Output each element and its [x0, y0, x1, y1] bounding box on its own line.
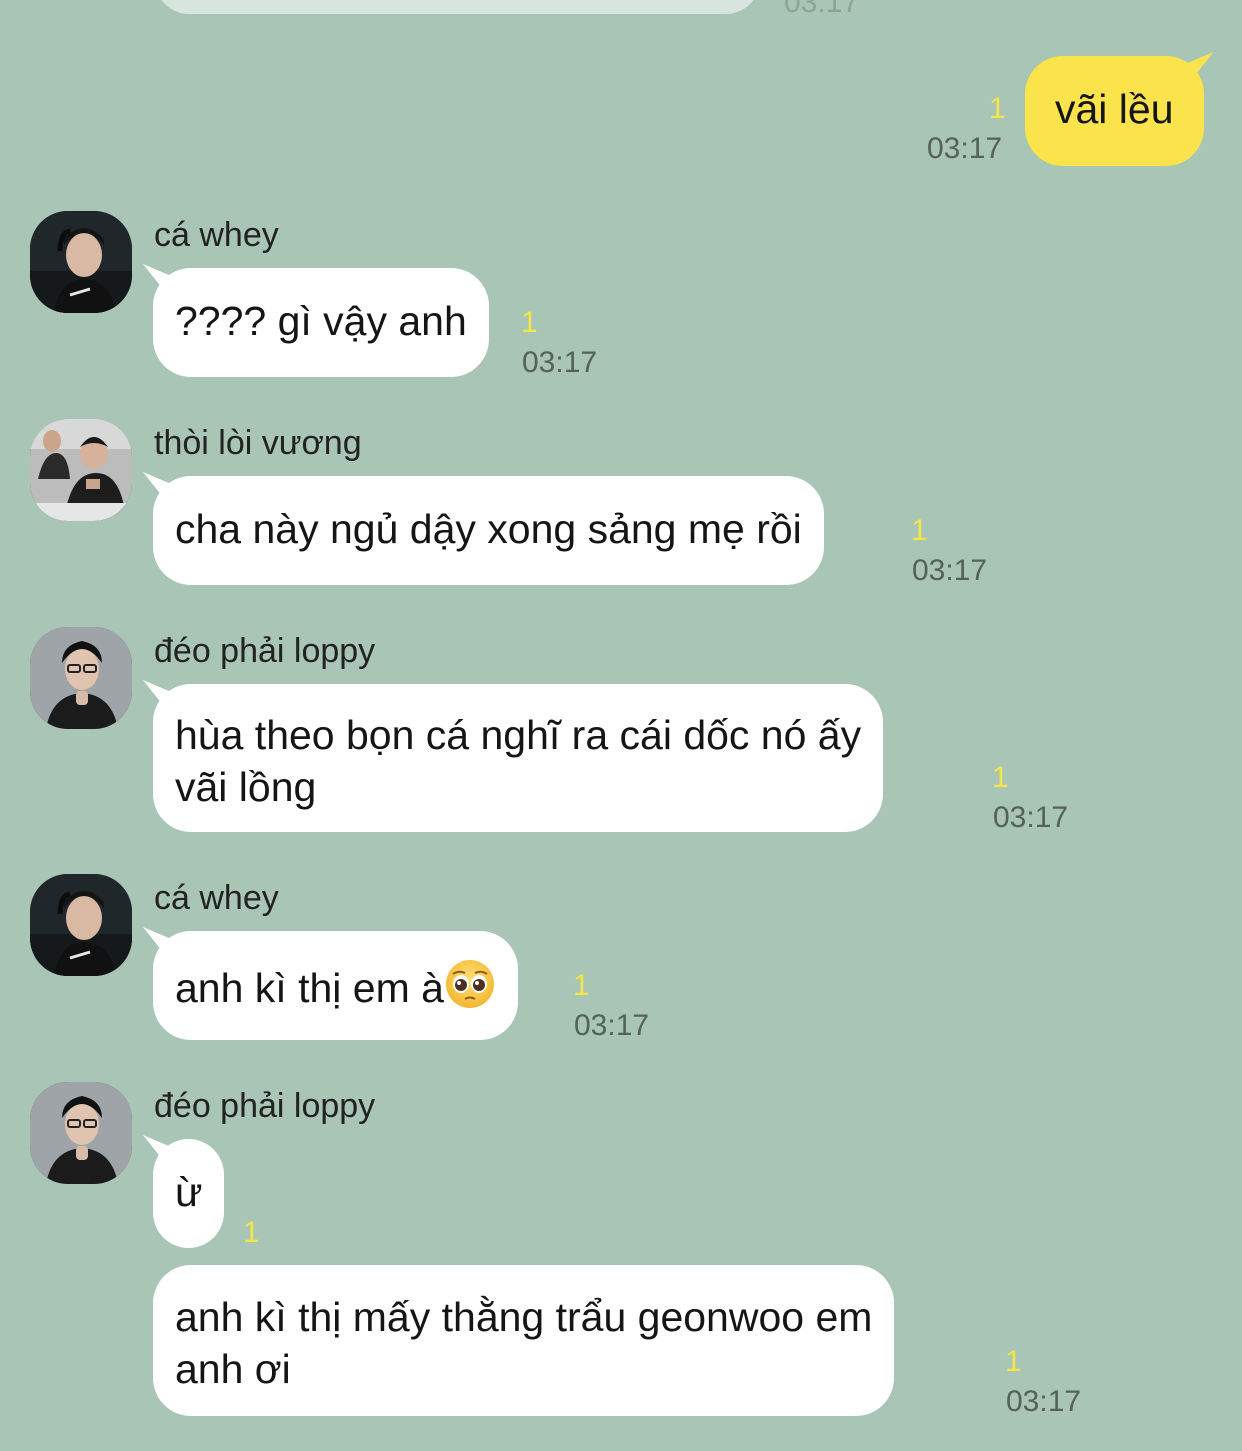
message-text-line: anh kì thị mấy thằng trẩu geonwoo em [175, 1294, 873, 1340]
message-bubble[interactable]: anh kì thị mấy thằng trẩu geonwoo em anh… [153, 1265, 895, 1416]
unread-count: 1 [521, 306, 538, 339]
previous-message-bubble[interactable] [155, 0, 760, 14]
sender-name: đéo phải loppy [154, 1087, 376, 1125]
previous-message-time: 03:17 [784, 0, 860, 19]
message-time: 03:17 [1006, 1385, 1082, 1418]
message-bubble[interactable]: ừ [153, 1139, 225, 1248]
avatar-ca-whey[interactable] [30, 874, 132, 976]
message-bubble[interactable]: hùa theo bọn cá nghĩ ra cái dốc nó ấy vã… [153, 684, 884, 832]
sender-name: đéo phải loppy [154, 632, 376, 670]
unread-count: 1 [992, 761, 1009, 794]
message-text: vãi lều [1055, 86, 1174, 132]
message-time: 03:17 [912, 554, 988, 587]
avatar-deo-phai-loppy[interactable] [30, 1082, 132, 1184]
avatar-ca-whey[interactable] [30, 211, 132, 313]
message-text-line: hùa theo bọn cá nghĩ ra cái dốc nó ấy [175, 712, 862, 758]
message-text-line: anh ơi [175, 1346, 291, 1392]
unread-count: 1 [989, 92, 1006, 125]
avatar-thoi-loi-vuong[interactable] [30, 419, 132, 521]
unread-count: 1 [911, 514, 928, 547]
pleading-face-emoji [445, 960, 494, 1008]
message-text: cha này ngủ dậy xong sảng mẹ rồi [175, 506, 802, 552]
message-text: ???? gì vậy anh [175, 298, 467, 344]
message-text-line: vãi lồng [175, 764, 317, 810]
unread-count: 1 [1005, 1345, 1022, 1378]
message-text: anh kì thị em à [175, 965, 444, 1011]
unread-count: 1 [573, 969, 590, 1002]
avatar-deo-phai-loppy[interactable] [30, 627, 132, 729]
message-text: ừ [175, 1169, 203, 1215]
message-time: 03:17 [927, 132, 1003, 165]
message-time: 03:17 [522, 346, 598, 379]
message-time: 03:17 [993, 801, 1069, 834]
message-bubble[interactable]: anh kì thị em à [153, 931, 518, 1040]
message-time: 03:17 [574, 1009, 650, 1042]
my-message-bubble[interactable]: vãi lều [1025, 56, 1204, 166]
unread-count: 1 [243, 1216, 260, 1249]
message-bubble[interactable]: ???? gì vậy anh [153, 268, 489, 377]
sender-name: cá whey [154, 216, 279, 254]
message-bubble[interactable]: cha này ngủ dậy xong sảng mẹ rồi [153, 476, 824, 585]
sender-name: cá whey [154, 879, 279, 917]
sender-name: thòi lòi vương [154, 424, 362, 462]
